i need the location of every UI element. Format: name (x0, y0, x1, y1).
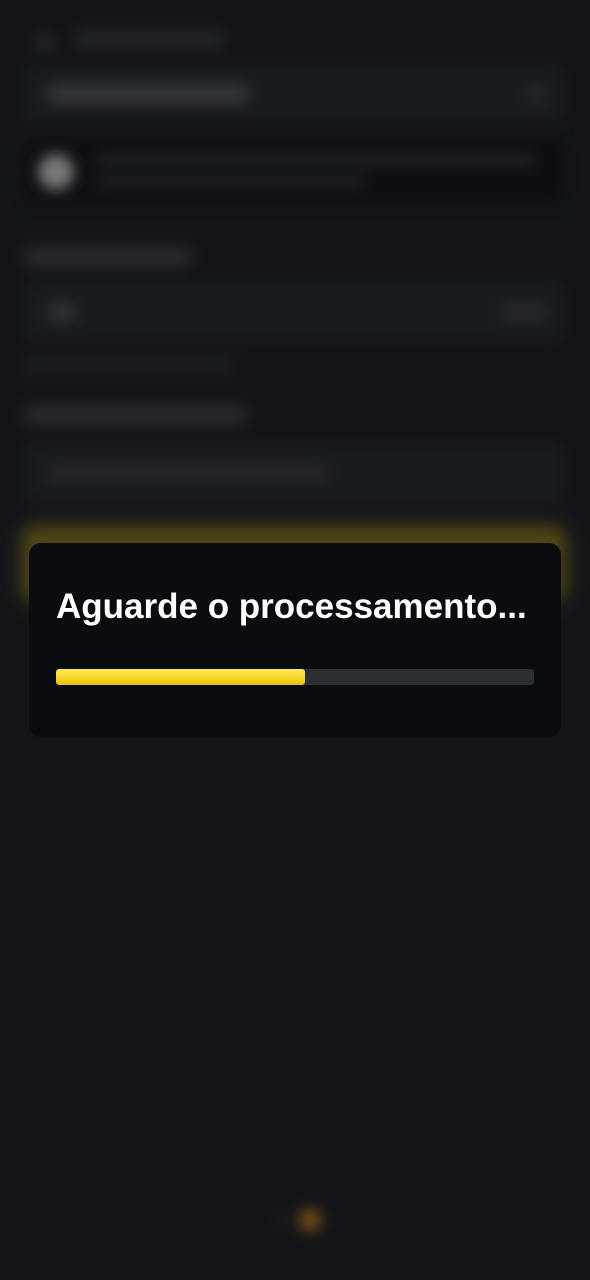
app-screen: Aguarde o processamento... (0, 0, 590, 1280)
progress-bar (56, 669, 534, 685)
progress-bar-fill (56, 669, 305, 685)
processing-dialog: Aguarde o processamento... (29, 543, 561, 737)
dialog-title: Aguarde o processamento... (56, 587, 527, 626)
